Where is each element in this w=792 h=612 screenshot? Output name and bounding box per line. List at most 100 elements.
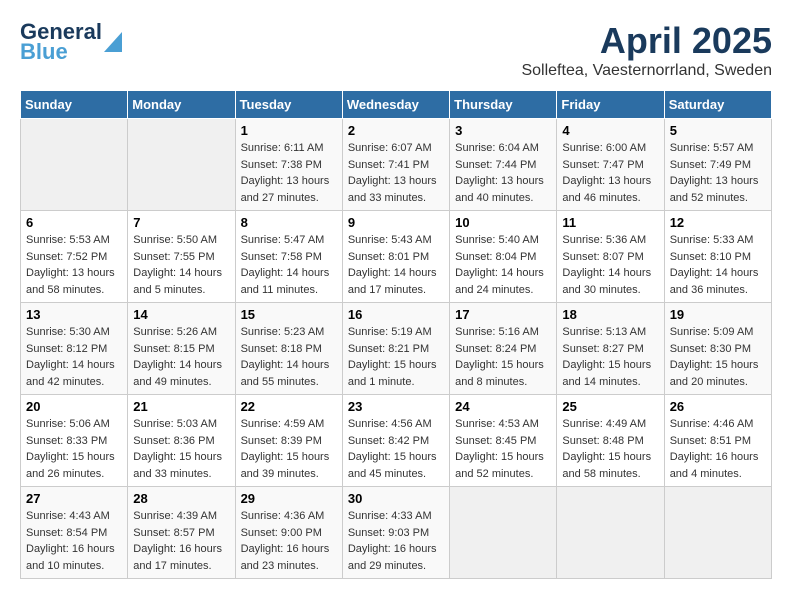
- day-number: 21: [133, 399, 229, 414]
- calendar-week-row: 27 Sunrise: 4:43 AMSunset: 8:54 PMDayligh…: [21, 487, 772, 579]
- day-number: 30: [348, 491, 444, 506]
- calendar-cell: 30 Sunrise: 4:33 AMSunset: 9:03 PMDayligh…: [342, 487, 449, 579]
- calendar-week-row: 6 Sunrise: 5:53 AMSunset: 7:52 PMDaylight…: [21, 211, 772, 303]
- calendar-cell: 23 Sunrise: 4:56 AMSunset: 8:42 PMDayligh…: [342, 395, 449, 487]
- day-number: 14: [133, 307, 229, 322]
- header-day: Sunday: [21, 91, 128, 119]
- calendar-week-row: 20Sunrise: 5:06 AMSunset: 8:33 PMDayligh…: [21, 395, 772, 487]
- day-info: Sunrise: 4:43 AMSunset: 8:54 PMDaylight:…: [26, 508, 122, 574]
- logo-icon: [104, 32, 122, 52]
- day-number: 11: [562, 215, 658, 230]
- header-day: Thursday: [450, 91, 557, 119]
- logo: General Blue: [20, 20, 104, 64]
- day-number: 3: [455, 123, 551, 138]
- calendar-cell: 16 Sunrise: 5:19 AMSunset: 8:21 PMDayligh…: [342, 303, 449, 395]
- header-day: Saturday: [664, 91, 771, 119]
- day-number: 13: [26, 307, 122, 322]
- day-info: Sunrise: 6:11 AMSunset: 7:38 PMDaylight:…: [241, 140, 337, 206]
- day-number: 12: [670, 215, 766, 230]
- calendar-cell: 5 Sunrise: 5:57 AMSunset: 7:49 PMDaylight…: [664, 119, 771, 211]
- calendar-cell: 27 Sunrise: 4:43 AMSunset: 8:54 PMDayligh…: [21, 487, 128, 579]
- day-number: 27: [26, 491, 122, 506]
- day-number: 28: [133, 491, 229, 506]
- page-header: General Blue April 2025 Solleftea, Vaest…: [20, 20, 772, 80]
- day-info: Sunrise: 5:47 AMSunset: 7:58 PMDaylight:…: [241, 232, 337, 298]
- day-number: 1: [241, 123, 337, 138]
- calendar-cell: 18 Sunrise: 5:13 AMSunset: 8:27 PMDayligh…: [557, 303, 664, 395]
- day-info: Sunrise: 5:30 AMSunset: 8:12 PMDaylight:…: [26, 324, 122, 390]
- calendar-cell: 8 Sunrise: 5:47 AMSunset: 7:58 PMDaylight…: [235, 211, 342, 303]
- calendar-cell: 3 Sunrise: 6:04 AMSunset: 7:44 PMDaylight…: [450, 119, 557, 211]
- day-number: 26: [670, 399, 766, 414]
- day-number: 10: [455, 215, 551, 230]
- header-day: Monday: [128, 91, 235, 119]
- header-day: Friday: [557, 91, 664, 119]
- day-info: Sunrise: 5:43 AMSunset: 8:01 PMDaylight:…: [348, 232, 444, 298]
- day-info: Sunrise: 6:07 AMSunset: 7:41 PMDaylight:…: [348, 140, 444, 206]
- calendar-cell: [557, 487, 664, 579]
- day-number: 4: [562, 123, 658, 138]
- day-info: Sunrise: 4:53 AMSunset: 8:45 PMDaylight:…: [455, 416, 551, 482]
- calendar-cell: 19 Sunrise: 5:09 AMSunset: 8:30 PMDayligh…: [664, 303, 771, 395]
- calendar-subtitle: Solleftea, Vaesternorrland, Sweden: [521, 62, 772, 80]
- day-number: 23: [348, 399, 444, 414]
- day-info: Sunrise: 5:06 AMSunset: 8:33 PMDaylight:…: [26, 416, 122, 482]
- calendar-cell: 17Sunrise: 5:16 AMSunset: 8:24 PMDayligh…: [450, 303, 557, 395]
- calendar-cell: 10 Sunrise: 5:40 AMSunset: 8:04 PMDayligh…: [450, 211, 557, 303]
- day-info: Sunrise: 5:36 AMSunset: 8:07 PMDaylight:…: [562, 232, 658, 298]
- day-number: 15: [241, 307, 337, 322]
- header-day: Tuesday: [235, 91, 342, 119]
- day-number: 25: [562, 399, 658, 414]
- header-row: SundayMondayTuesdayWednesdayThursdayFrid…: [21, 91, 772, 119]
- calendar-cell: 2Sunrise: 6:07 AMSunset: 7:41 PMDaylight…: [342, 119, 449, 211]
- day-info: Sunrise: 5:09 AMSunset: 8:30 PMDaylight:…: [670, 324, 766, 390]
- day-info: Sunrise: 5:26 AMSunset: 8:15 PMDaylight:…: [133, 324, 229, 390]
- calendar-cell: [21, 119, 128, 211]
- calendar-cell: 1 Sunrise: 6:11 AMSunset: 7:38 PMDaylight…: [235, 119, 342, 211]
- day-info: Sunrise: 6:04 AMSunset: 7:44 PMDaylight:…: [455, 140, 551, 206]
- day-info: Sunrise: 5:03 AMSunset: 8:36 PMDaylight:…: [133, 416, 229, 482]
- calendar-cell: 21 Sunrise: 5:03 AMSunset: 8:36 PMDayligh…: [128, 395, 235, 487]
- day-info: Sunrise: 4:46 AMSunset: 8:51 PMDaylight:…: [670, 416, 766, 482]
- day-number: 18: [562, 307, 658, 322]
- calendar-cell: 12 Sunrise: 5:33 AMSunset: 8:10 PMDayligh…: [664, 211, 771, 303]
- calendar-cell: 20Sunrise: 5:06 AMSunset: 8:33 PMDayligh…: [21, 395, 128, 487]
- day-number: 24: [455, 399, 551, 414]
- calendar-cell: [664, 487, 771, 579]
- day-info: Sunrise: 5:33 AMSunset: 8:10 PMDaylight:…: [670, 232, 766, 298]
- day-number: 29: [241, 491, 337, 506]
- day-number: 19: [670, 307, 766, 322]
- day-info: Sunrise: 5:53 AMSunset: 7:52 PMDaylight:…: [26, 232, 122, 298]
- title-block: April 2025 Solleftea, Vaesternorrland, S…: [521, 20, 772, 80]
- day-number: 6: [26, 215, 122, 230]
- calendar-cell: 14 Sunrise: 5:26 AMSunset: 8:15 PMDayligh…: [128, 303, 235, 395]
- calendar-cell: [450, 487, 557, 579]
- calendar-cell: 15Sunrise: 5:23 AMSunset: 8:18 PMDayligh…: [235, 303, 342, 395]
- calendar-cell: [128, 119, 235, 211]
- day-number: 5: [670, 123, 766, 138]
- day-number: 8: [241, 215, 337, 230]
- day-info: Sunrise: 4:59 AMSunset: 8:39 PMDaylight:…: [241, 416, 337, 482]
- day-number: 17: [455, 307, 551, 322]
- logo-text-line2: Blue: [20, 40, 68, 64]
- calendar-week-row: 1 Sunrise: 6:11 AMSunset: 7:38 PMDaylight…: [21, 119, 772, 211]
- day-info: Sunrise: 4:33 AMSunset: 9:03 PMDaylight:…: [348, 508, 444, 574]
- day-number: 22: [241, 399, 337, 414]
- day-info: Sunrise: 4:56 AMSunset: 8:42 PMDaylight:…: [348, 416, 444, 482]
- calendar-cell: 11 Sunrise: 5:36 AMSunset: 8:07 PMDayligh…: [557, 211, 664, 303]
- day-info: Sunrise: 5:19 AMSunset: 8:21 PMDaylight:…: [348, 324, 444, 390]
- day-info: Sunrise: 5:40 AMSunset: 8:04 PMDaylight:…: [455, 232, 551, 298]
- day-info: Sunrise: 5:50 AMSunset: 7:55 PMDaylight:…: [133, 232, 229, 298]
- calendar-cell: 13 Sunrise: 5:30 AMSunset: 8:12 PMDayligh…: [21, 303, 128, 395]
- day-number: 16: [348, 307, 444, 322]
- day-info: Sunrise: 4:36 AMSunset: 9:00 PMDaylight:…: [241, 508, 337, 574]
- day-info: Sunrise: 6:00 AMSunset: 7:47 PMDaylight:…: [562, 140, 658, 206]
- day-info: Sunrise: 5:57 AMSunset: 7:49 PMDaylight:…: [670, 140, 766, 206]
- calendar-cell: 29 Sunrise: 4:36 AMSunset: 9:00 PMDayligh…: [235, 487, 342, 579]
- calendar-cell: 24 Sunrise: 4:53 AMSunset: 8:45 PMDayligh…: [450, 395, 557, 487]
- day-info: Sunrise: 4:39 AMSunset: 8:57 PMDaylight:…: [133, 508, 229, 574]
- day-number: 9: [348, 215, 444, 230]
- calendar-cell: 7Sunrise: 5:50 AMSunset: 7:55 PMDaylight…: [128, 211, 235, 303]
- calendar-cell: 9 Sunrise: 5:43 AMSunset: 8:01 PMDaylight…: [342, 211, 449, 303]
- day-info: Sunrise: 5:13 AMSunset: 8:27 PMDaylight:…: [562, 324, 658, 390]
